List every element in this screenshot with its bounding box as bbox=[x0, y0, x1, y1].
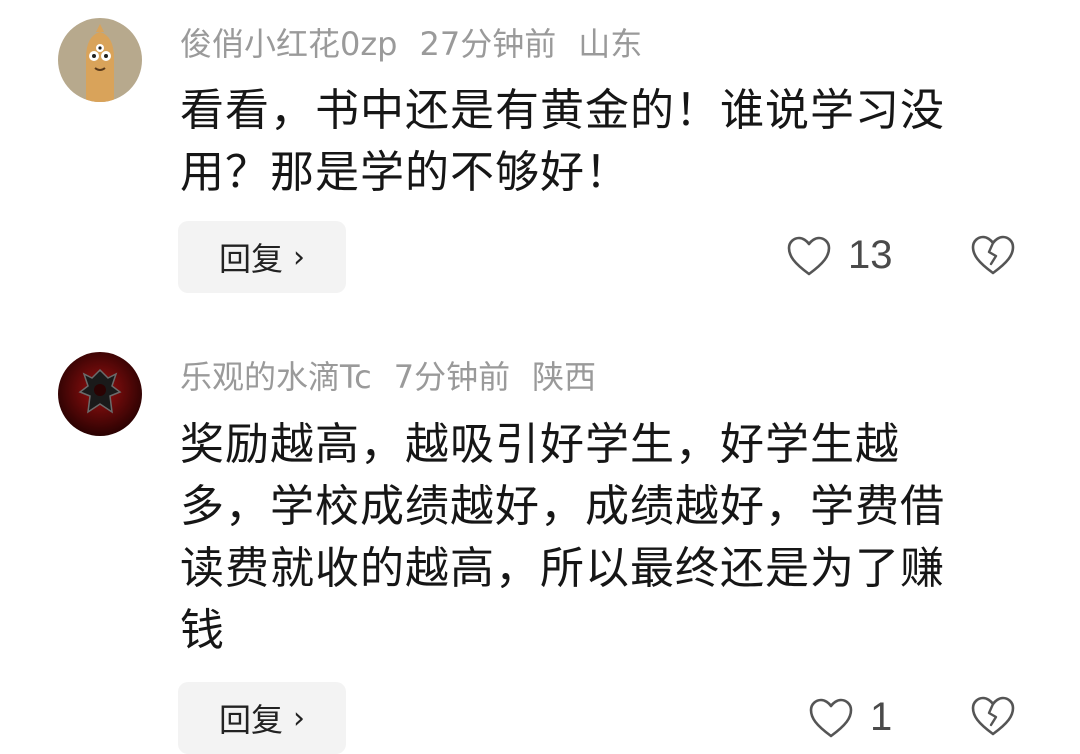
comment-item: 乐观的水滴Tc 7分钟前 陕西 奖励越高，越吸引好学生，好学生越多，学校成绩越好，成… bbox=[0, 340, 1080, 754]
chevron-right-icon: › bbox=[293, 700, 305, 736]
dislike-button[interactable] bbox=[970, 234, 1016, 280]
user-avatar[interactable] bbox=[58, 18, 142, 102]
username[interactable]: 俊俏小红花0zp bbox=[180, 25, 397, 63]
heart-icon bbox=[809, 698, 853, 737]
like-count: 13 bbox=[848, 233, 893, 277]
user-avatar[interactable] bbox=[58, 352, 142, 436]
username[interactable]: 乐观的水滴Tc bbox=[180, 358, 372, 396]
comment-item: 俊俏小红花0zp 27分钟前 山东 看看，书中还是有黄金的！谁说学习没用？那是学的不… bbox=[0, 0, 1080, 320]
comment-meta: 俊俏小红花0zp 27分钟前 山东 bbox=[180, 24, 664, 64]
like-button[interactable]: 13 bbox=[786, 233, 893, 278]
reply-button[interactable]: 回复 › bbox=[178, 221, 346, 293]
comment-text: 看看，书中还是有黄金的！谁说学习没用？那是学的不够好！ bbox=[180, 85, 945, 198]
comment-location: 山东 bbox=[578, 25, 643, 63]
reply-label: 回复 bbox=[218, 240, 283, 278]
like-button[interactable]: 1 bbox=[808, 695, 892, 740]
heart-icon bbox=[787, 236, 831, 275]
comment-meta: 乐观的水滴Tc 7分钟前 陕西 bbox=[180, 357, 618, 397]
comment-location: 陕西 bbox=[532, 358, 597, 396]
comment-time: 7分钟前 bbox=[393, 358, 511, 396]
reply-button[interactable]: 回复 › bbox=[178, 682, 346, 754]
chevron-right-icon: › bbox=[293, 239, 305, 275]
dislike-button[interactable] bbox=[970, 695, 1016, 741]
broken-heart-icon bbox=[971, 696, 1015, 736]
horde-emblem-avatar-icon bbox=[58, 352, 142, 436]
comment-text: 奖励越高，越吸引好学生，好学生越多，学校成绩越好，成绩越好，学费借读费就收的越高… bbox=[180, 419, 945, 656]
comment-time: 27分钟前 bbox=[419, 25, 557, 63]
like-count: 1 bbox=[870, 695, 893, 739]
broken-heart-icon bbox=[971, 235, 1015, 275]
reply-label: 回复 bbox=[218, 701, 283, 739]
cartoon-character-avatar-icon bbox=[58, 18, 142, 102]
